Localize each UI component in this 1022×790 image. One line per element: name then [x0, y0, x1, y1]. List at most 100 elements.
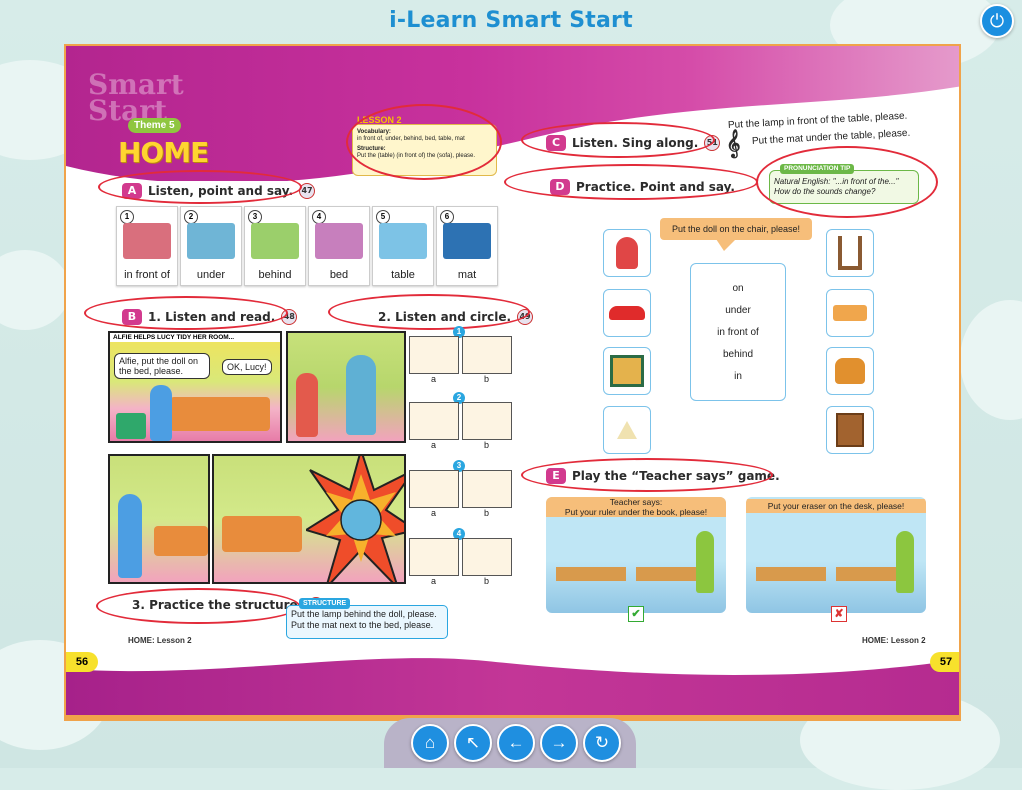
card-label: bed	[329, 269, 349, 281]
card-label: mat	[457, 269, 477, 281]
home-button[interactable]: ⌂	[411, 724, 449, 762]
series-watermark: Smart Start	[88, 68, 184, 127]
card-label: table	[391, 269, 415, 281]
answer-option-b[interactable]	[462, 538, 512, 576]
answer-option-a[interactable]	[409, 470, 459, 508]
picture-frame-icon	[610, 355, 644, 387]
section-e-badge: E	[546, 468, 566, 484]
doll-icon	[616, 237, 638, 269]
answer-option-a[interactable]	[409, 402, 459, 440]
refresh-button[interactable]: ↻	[583, 724, 621, 762]
section-d-title: Practice. Point and say.	[576, 180, 735, 194]
option-a-label: a	[431, 576, 437, 586]
card-number: 1	[120, 210, 134, 224]
answer-option-b[interactable]	[462, 336, 512, 374]
alfie-illustration	[346, 355, 376, 435]
girl-illustration	[118, 494, 142, 578]
card-number: 5	[376, 210, 390, 224]
lamp-icon	[617, 421, 637, 439]
answer-option-b[interactable]	[462, 402, 512, 440]
lamp-card[interactable]	[603, 406, 651, 454]
section-c-title: Listen. Sing along.	[572, 136, 699, 150]
girl-illustration	[150, 385, 172, 441]
card-number: 3	[248, 210, 262, 224]
classroom-scene-right: Put your eraser on the desk, please!	[746, 497, 926, 613]
structure-box-label: STRUCTURE	[299, 598, 351, 609]
audio-icon[interactable]: 51	[704, 135, 721, 151]
section-d-heading: D Practice. Point and say.	[550, 179, 735, 195]
speech-bubble-alfie: OK, Lucy!	[222, 359, 272, 375]
classroom-scene-left: Teacher says: Put your ruler under the b…	[546, 497, 726, 613]
power-icon: ⏻	[989, 11, 1005, 31]
footer-wave	[66, 639, 959, 675]
card-number: 2	[184, 210, 198, 224]
section-e-title: Play the “Teacher says” game.	[572, 469, 780, 483]
comic-title: ALFIE HELPS LUCY TIDY HER ROOM...	[110, 333, 280, 342]
shelf-card[interactable]	[826, 406, 874, 454]
page-number-left: 56	[66, 652, 98, 672]
answer-option-a[interactable]	[409, 538, 459, 576]
audio-icon[interactable]: 48	[281, 309, 298, 325]
option-a-label: a	[431, 508, 437, 518]
picture-card[interactable]	[603, 347, 651, 395]
teacher-says-command: Put your ruler under the book, please!	[546, 507, 726, 517]
comic-panel-2	[286, 331, 406, 443]
card-picture	[187, 223, 235, 259]
section-b-title: 1. Listen and read.	[148, 310, 276, 324]
pronunciation-tip-label: PRONUNCIATION TIP	[780, 164, 855, 174]
vocab-card[interactable]: 2 under	[180, 206, 242, 286]
car-card[interactable]	[603, 289, 651, 337]
vocab-card[interactable]: 1 in front of	[116, 206, 178, 286]
preposition-item: in front of	[717, 327, 759, 338]
card-label: under	[196, 269, 226, 281]
app-title: i-Learn Smart Start	[389, 8, 633, 33]
option-b-label: b	[484, 374, 490, 384]
command-right: Put your eraser on the desk, please!	[746, 499, 926, 513]
chair-card[interactable]	[826, 229, 874, 277]
answer-option-b[interactable]	[462, 470, 512, 508]
answer-option-a[interactable]	[409, 336, 459, 374]
bag-card[interactable]	[826, 347, 874, 395]
previous-button[interactable]: ←	[497, 724, 535, 762]
desk-illustration	[556, 567, 626, 581]
card-picture	[443, 223, 491, 259]
section-a-badge: A	[122, 183, 142, 199]
comic-panel-1: ALFIE HELPS LUCY TIDY HER ROOM... Alfie,…	[108, 331, 282, 443]
arrow-right-icon: →	[550, 733, 568, 752]
card-picture	[379, 223, 427, 259]
audio-icon[interactable]: 49	[517, 309, 534, 325]
vocab-label: Vocabulary:	[357, 129, 391, 135]
vocab-card[interactable]: 4 bed	[308, 206, 370, 286]
audio-icon[interactable]: 47	[299, 183, 316, 199]
bag-icon	[835, 358, 865, 384]
vocab-card[interactable]: 5 table	[372, 206, 434, 286]
bed-card[interactable]	[826, 289, 874, 337]
refresh-icon: ↻	[594, 733, 610, 752]
speech-banner-text: Put the doll on the chair, please!	[671, 224, 801, 234]
listen-circle-heading: 2. Listen and circle. 49	[378, 309, 534, 325]
comic-panel-3	[108, 454, 210, 584]
bed-illustration	[222, 516, 302, 552]
doll-card[interactable]	[603, 229, 651, 277]
power-button[interactable]: ⏻	[980, 4, 1014, 38]
vocab-card[interactable]: 3 behind	[244, 206, 306, 286]
card-label: behind	[258, 269, 292, 281]
vocab-card[interactable]: 6 mat	[436, 206, 498, 286]
chair-icon	[838, 236, 862, 270]
structure-label: Structure:	[357, 146, 386, 152]
treble-clef-icon: 𝄞	[726, 129, 741, 157]
structure-text: Put the (table) (in front of) the (sofa)…	[357, 153, 476, 159]
preposition-item: behind	[722, 349, 754, 360]
home-icon: ⌂	[424, 733, 436, 752]
girl-illustration	[296, 373, 318, 437]
shelf-icon	[836, 413, 864, 447]
next-button[interactable]: →	[540, 724, 578, 762]
option-a-label: a	[431, 440, 437, 450]
up-button[interactable]: ↖	[454, 724, 492, 762]
footer-label-left: HOME: Lesson 2	[128, 636, 192, 645]
pronunciation-tip-line-2: How do the sounds change?	[774, 187, 876, 196]
arrow-left-icon: ←	[507, 733, 525, 752]
structure-box: STRUCTURE Put the lamp behind the doll, …	[286, 598, 448, 639]
preposition-item: in	[734, 371, 742, 382]
bed-icon	[833, 305, 867, 321]
